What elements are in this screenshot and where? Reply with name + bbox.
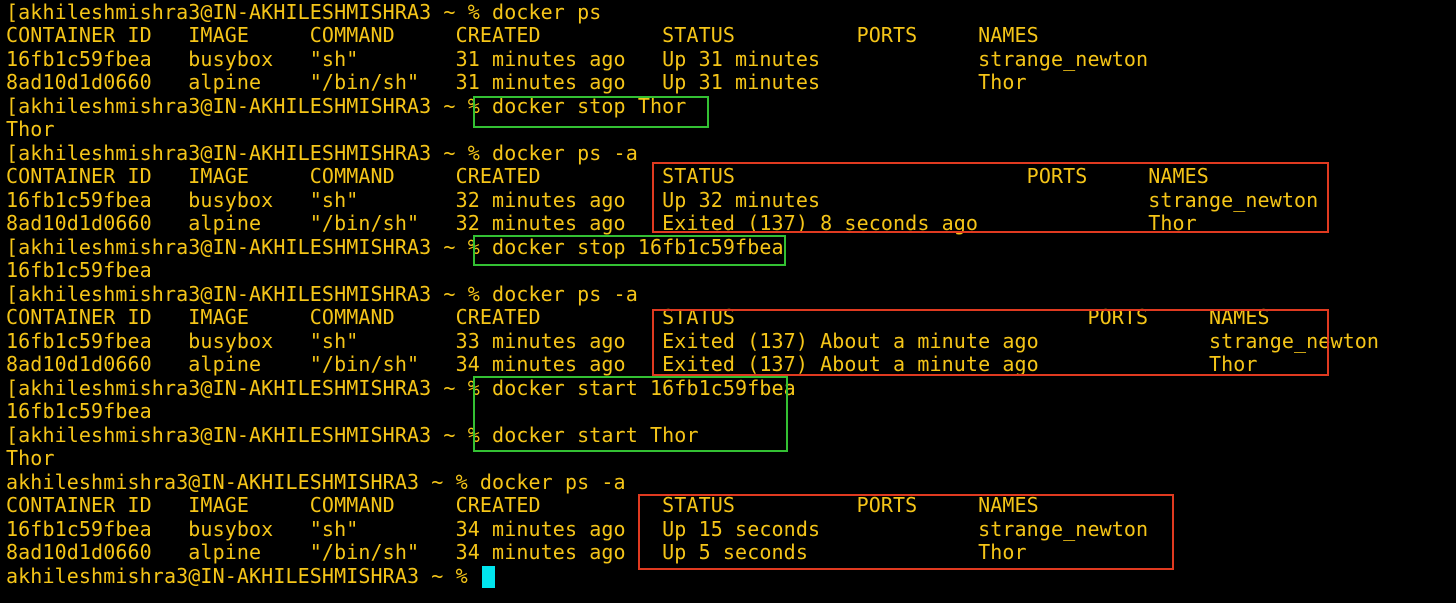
prompt-line: [akhileshmishra3@IN-AKHILESHMISHRA3 ~ % … bbox=[6, 94, 687, 118]
terminal-window[interactable]: [akhileshmishra3@IN-AKHILESHMISHRA3 ~ % … bbox=[0, 0, 1456, 603]
terminal-cursor[interactable] bbox=[482, 566, 495, 588]
prompt-line: akhileshmishra3@IN-AKHILESHMISHRA3 ~ % d… bbox=[6, 470, 626, 494]
container-row: 16fb1c59fbea busybox "sh" 33 minutes ago… bbox=[6, 329, 1380, 353]
table-header: CONTAINER ID IMAGE COMMAND CREATED STATU… bbox=[6, 23, 1039, 47]
prompt-line: [akhileshmishra3@IN-AKHILESHMISHRA3 ~ % … bbox=[6, 0, 602, 24]
prompt-line: [akhileshmishra3@IN-AKHILESHMISHRA3 ~ % … bbox=[6, 141, 638, 165]
table-header: CONTAINER ID IMAGE COMMAND CREATED STATU… bbox=[6, 164, 1209, 188]
container-row: 16fb1c59fbea busybox "sh" 34 minutes ago… bbox=[6, 517, 1149, 541]
container-row: 8ad10d1d0660 alpine "/bin/sh" 32 minutes… bbox=[6, 211, 1197, 235]
container-row: 8ad10d1d0660 alpine "/bin/sh" 31 minutes… bbox=[6, 70, 1027, 94]
command-output: Thor bbox=[6, 446, 55, 470]
active-prompt[interactable]: akhileshmishra3@IN-AKHILESHMISHRA3 ~ % bbox=[6, 565, 480, 588]
table-header: CONTAINER ID IMAGE COMMAND CREATED STATU… bbox=[6, 305, 1270, 329]
table-header: CONTAINER ID IMAGE COMMAND CREATED STATU… bbox=[6, 493, 1039, 517]
prompt-line: [akhileshmishra3@IN-AKHILESHMISHRA3 ~ % … bbox=[6, 235, 784, 259]
prompt-line: [akhileshmishra3@IN-AKHILESHMISHRA3 ~ % … bbox=[6, 376, 796, 400]
container-row: 16fb1c59fbea busybox "sh" 31 minutes ago… bbox=[6, 47, 1149, 71]
container-row: 8ad10d1d0660 alpine "/bin/sh" 34 minutes… bbox=[6, 352, 1258, 376]
prompt-line: [akhileshmishra3@IN-AKHILESHMISHRA3 ~ % … bbox=[6, 423, 699, 447]
container-row: 8ad10d1d0660 alpine "/bin/sh" 34 minutes… bbox=[6, 540, 1027, 564]
command-output: 16fb1c59fbea bbox=[6, 258, 152, 282]
command-output: Thor bbox=[6, 117, 55, 141]
prompt-line: [akhileshmishra3@IN-AKHILESHMISHRA3 ~ % … bbox=[6, 282, 638, 306]
command-output: 16fb1c59fbea bbox=[6, 399, 152, 423]
container-row: 16fb1c59fbea busybox "sh" 32 minutes ago… bbox=[6, 188, 1319, 212]
